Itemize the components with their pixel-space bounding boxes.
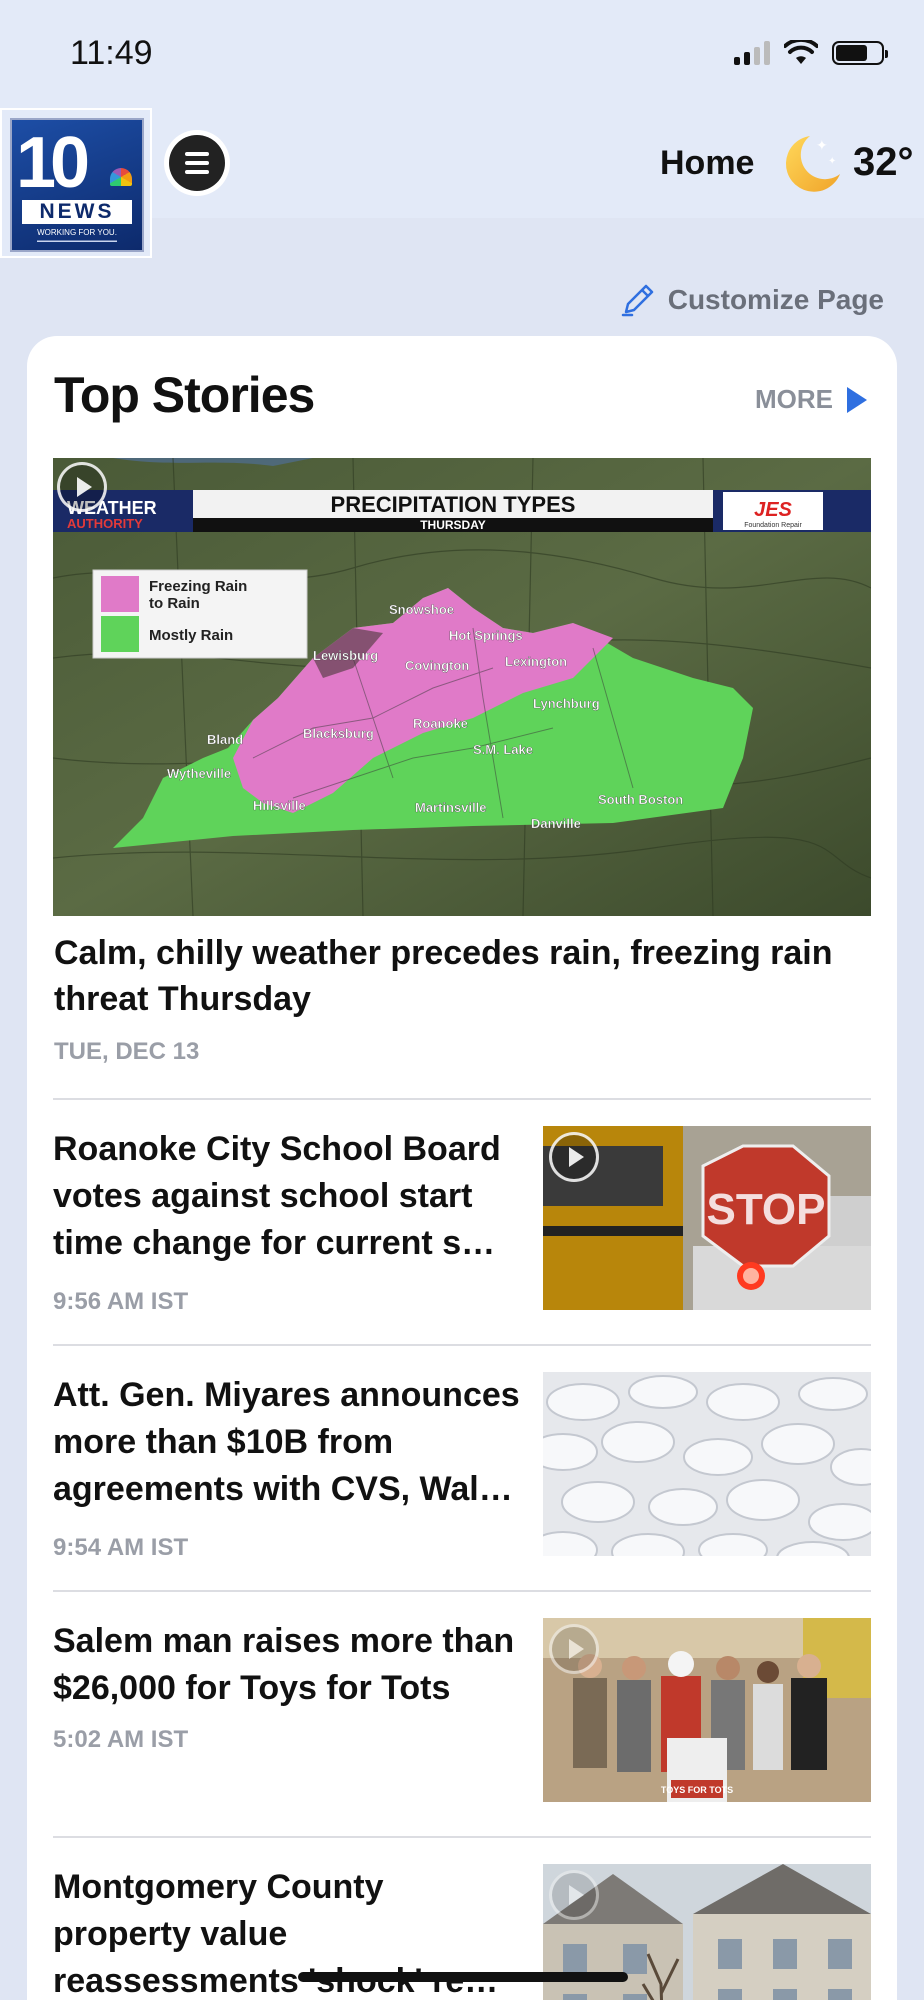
svg-text:JES: JES (754, 499, 792, 521)
story-item[interactable]: Salem man raises more than $26,000 for T… (53, 1618, 871, 1808)
svg-text:PRECIPITATION TYPES: PRECIPITATION TYPES (331, 492, 576, 517)
status-time: 11:49 (70, 34, 153, 72)
status-icons (734, 40, 888, 66)
logo-image: 10 NEWS WORKING FOR YOU. ▬▬▬▬▬▬▬▬▬▬▬▬▬▬▬… (10, 118, 144, 252)
hero-story-date: TUE, DEC 13 (54, 1038, 200, 1065)
svg-text:Martinsville: Martinsville (415, 800, 487, 815)
status-bar: 11:49 (0, 0, 924, 108)
battery-icon (832, 41, 888, 65)
divider (53, 1836, 871, 1838)
story-item[interactable]: Att. Gen. Miyares announces more than $1… (53, 1372, 871, 1562)
svg-text:Freezing Rain: Freezing Rain (149, 578, 247, 595)
section-title: Top Stories (54, 367, 315, 423)
top-stories-card: Top Stories MORE WEATHER AUTHORITY PRECI… (27, 336, 897, 2000)
triangle-right-icon (847, 386, 867, 413)
hamburger-icon (169, 135, 225, 191)
play-icon[interactable] (549, 1870, 599, 1920)
logo-number: 10 (16, 123, 90, 203)
story-thumbnail[interactable]: STOP (543, 1126, 871, 1310)
story-thumbnail[interactable]: TOYS FOR TOTS (543, 1618, 871, 1802)
hero-story-title[interactable]: Calm, chilly weather precedes rain, free… (54, 930, 874, 1022)
peacock-icon (110, 168, 132, 186)
station-logo[interactable]: 10 NEWS WORKING FOR YOU. ▬▬▬▬▬▬▬▬▬▬▬▬▬▬▬… (0, 108, 152, 258)
menu-button[interactable] (164, 130, 230, 196)
logo-tagline: WORKING FOR YOU. (37, 228, 117, 237)
cellular-signal-icon (734, 41, 770, 65)
logo-subline: ▬▬▬▬▬▬▬▬▬▬▬▬▬▬▬▬ (37, 238, 117, 244)
svg-text:S.M. Lake: S.M. Lake (473, 742, 533, 757)
svg-text:to Rain: to Rain (149, 595, 200, 612)
svg-text:AUTHORITY: AUTHORITY (67, 516, 143, 531)
svg-text:Wytheville: Wytheville (167, 766, 231, 781)
temperature[interactable]: 32° (853, 140, 914, 185)
svg-text:THURSDAY: THURSDAY (420, 518, 486, 532)
story-title[interactable]: Att. Gen. Miyares announces more than $1… (53, 1372, 523, 1513)
play-icon[interactable] (549, 1624, 599, 1674)
svg-text:Blacksburg: Blacksburg (303, 726, 374, 741)
svg-text:Hot Springs: Hot Springs (449, 628, 523, 643)
hero-story-image[interactable]: WEATHER AUTHORITY PRECIPITATION TYPES TH… (53, 458, 871, 916)
svg-text:Hillsville: Hillsville (253, 798, 306, 813)
home-indicator[interactable] (298, 1972, 628, 1982)
divider (53, 1344, 871, 1346)
toys-for-tots-text: TOYS FOR TOTS (661, 1785, 733, 1795)
customize-page-button[interactable]: Customize Page (620, 282, 884, 318)
svg-text:Lewisburg: Lewisburg (313, 648, 378, 663)
wifi-icon (784, 40, 818, 64)
story-title[interactable]: Salem man raises more than $26,000 for T… (53, 1618, 523, 1712)
svg-text:Danville: Danville (531, 816, 581, 831)
svg-text:Lexington: Lexington (505, 654, 567, 669)
svg-text:✦: ✦ (828, 156, 836, 167)
svg-text:✦: ✦ (816, 138, 828, 154)
svg-text:Lynchburg: Lynchburg (533, 696, 600, 711)
more-label: MORE (755, 384, 833, 414)
story-time: 9:54 AM IST (53, 1534, 189, 1561)
home-link[interactable]: Home (660, 144, 754, 183)
divider (53, 1098, 871, 1100)
svg-text:Snowshoe: Snowshoe (389, 602, 454, 617)
svg-text:South Boston: South Boston (598, 792, 683, 807)
play-icon[interactable] (57, 462, 107, 512)
logo-news: NEWS (22, 200, 132, 224)
more-link[interactable]: MORE (755, 384, 867, 415)
precipitation-map: WEATHER AUTHORITY PRECIPITATION TYPES TH… (53, 458, 871, 916)
svg-text:STOP: STOP (706, 1185, 825, 1234)
play-icon[interactable] (549, 1132, 599, 1182)
pencil-icon (621, 284, 653, 317)
divider (53, 1590, 871, 1592)
customize-label: Customize Page (667, 284, 884, 315)
story-time: 9:56 AM IST (53, 1288, 189, 1315)
svg-text:Roanoke: Roanoke (413, 716, 468, 731)
svg-text:Bland: Bland (207, 732, 243, 747)
svg-text:Mostly Rain: Mostly Rain (149, 627, 233, 644)
svg-text:Foundation Repair: Foundation Repair (744, 522, 802, 529)
story-title[interactable]: Roanoke City School Board votes against … (53, 1126, 523, 1267)
moon-icon[interactable]: ✦ ✦ (780, 130, 846, 196)
svg-text:Covington: Covington (405, 658, 469, 673)
story-time: 5:02 AM IST (53, 1726, 189, 1753)
story-thumbnail[interactable] (543, 1372, 871, 1556)
app-header: 10 NEWS WORKING FOR YOU. ▬▬▬▬▬▬▬▬▬▬▬▬▬▬▬… (0, 108, 924, 258)
story-item[interactable]: Roanoke City School Board votes against … (53, 1126, 871, 1316)
